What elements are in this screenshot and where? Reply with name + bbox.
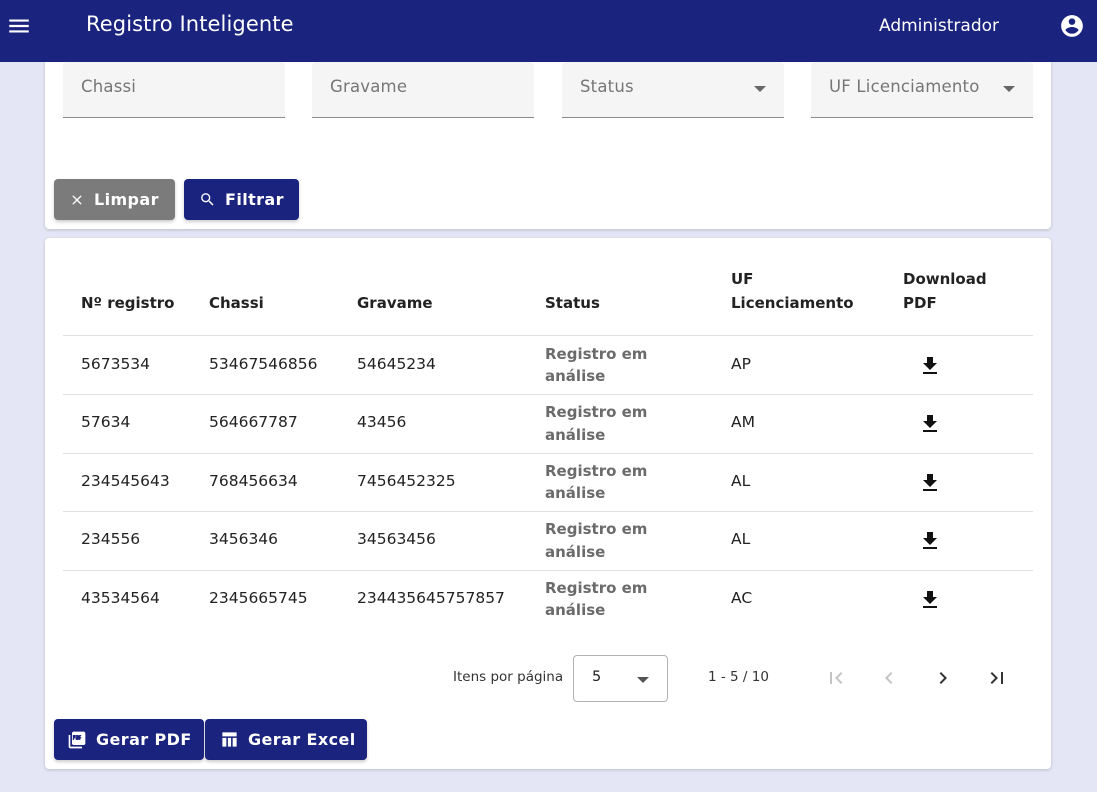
download-icon[interactable]	[918, 354, 942, 378]
next-page-icon[interactable]	[931, 666, 955, 690]
download-icon[interactable]	[918, 412, 942, 436]
cell-gravame: 234435645757857	[357, 588, 505, 607]
cell-uf: AM	[731, 413, 755, 431]
header-uf-line1: UF	[731, 270, 754, 288]
table-row: 57634 564667787 43456 Registro em análise AM	[63, 395, 1033, 454]
header-uf-line2: Licenciamento	[731, 294, 854, 312]
cell-registro: 43534564	[81, 588, 160, 607]
header-chassi: Chassi	[209, 294, 264, 312]
cell-registro: 234545643	[81, 471, 170, 490]
menu-icon[interactable]	[6, 13, 32, 39]
cell-chassi: 2345665745	[209, 588, 308, 607]
download-icon[interactable]	[918, 471, 942, 495]
close-icon	[72, 194, 82, 205]
uf-licenciamento-select[interactable]: UF Licenciamento	[811, 62, 1033, 118]
cell-status: Registro em análise	[545, 578, 648, 620]
previous-page-icon[interactable]	[877, 666, 901, 690]
generate-excel-button[interactable]: Gerar Excel	[205, 719, 367, 760]
cell-uf: AL	[731, 530, 751, 548]
page-range-label: 1 - 5 / 10	[708, 669, 769, 685]
filter-panel: Chassi Gravame Status UF Licenciamento L…	[45, 50, 1051, 229]
clear-button-label: Limpar	[94, 190, 159, 209]
cell-chassi: 768456634	[209, 471, 298, 490]
header-gravame: Gravame	[357, 294, 433, 312]
table-row: 234556 3456346 34563456 Registro em análise…	[63, 512, 1033, 571]
table-row: 43534564 2345665745 234435645757857 Registr…	[63, 571, 1033, 630]
search-icon	[201, 193, 214, 206]
header-status: Status	[545, 294, 600, 312]
gravame-field[interactable]: Gravame	[312, 62, 534, 118]
filter-button[interactable]: Filtrar	[184, 179, 299, 220]
table-icon	[222, 732, 237, 747]
cell-registro: 57634	[81, 413, 131, 431]
cell-chassi: 3456346	[209, 530, 279, 548]
download-icon[interactable]	[918, 588, 942, 612]
filter-button-label: Filtrar	[225, 190, 284, 209]
page-size-select[interactable]: 5	[573, 655, 668, 702]
chevron-down-icon	[637, 677, 649, 683]
pdf-icon	[68, 731, 86, 748]
generate-excel-label: Gerar Excel	[248, 730, 356, 749]
table-row: 5673534 53467546856 54645234 Registro em an…	[63, 337, 1033, 395]
cell-uf: AL	[731, 471, 751, 490]
gravame-placeholder: Gravame	[330, 77, 408, 96]
generate-pdf-button[interactable]: Gerar PDF	[54, 719, 204, 760]
cell-gravame: 7456452325	[357, 471, 456, 490]
cell-status: Registro em análise	[545, 403, 648, 444]
clear-button[interactable]: Limpar	[54, 179, 175, 220]
cell-chassi: 53467546856	[209, 354, 318, 373]
cell-chassi: 564667787	[209, 413, 298, 431]
chassi-field[interactable]: Chassi	[63, 62, 285, 118]
user-name[interactable]: Administrador	[879, 16, 999, 36]
cell-uf: AC	[731, 588, 753, 607]
header-download-line2: PDF	[903, 294, 937, 312]
header-uf-licenciamento: UF Licenciamento	[731, 267, 854, 315]
uf-licenciamento-placeholder: UF Licenciamento	[829, 77, 980, 96]
cell-gravame: 34563456	[357, 530, 436, 548]
cell-status: Registro em análise	[545, 520, 648, 561]
cell-status: Registro em análise	[545, 461, 648, 503]
top-app-bar: Registro Inteligente Administrador	[0, 0, 1097, 62]
last-page-icon[interactable]	[985, 666, 1009, 690]
results-panel: Nº registro Chassi Gravame Status UF Lic…	[45, 238, 1051, 769]
header-registro: Nº registro	[81, 294, 175, 312]
table-row: 234545643 768456634 7456452325 Registro em …	[63, 454, 1033, 512]
status-select[interactable]: Status	[562, 62, 784, 118]
cell-registro: 5673534	[81, 354, 151, 373]
header-download-pdf: Download PDF	[903, 267, 987, 315]
chevron-down-icon	[754, 86, 766, 92]
app-title: Registro Inteligente	[86, 12, 294, 36]
cell-gravame: 54645234	[357, 354, 436, 373]
generate-pdf-label: Gerar PDF	[96, 730, 192, 749]
header-download-line1: Download	[903, 270, 987, 288]
status-placeholder: Status	[580, 77, 634, 96]
page-size-value: 5	[592, 669, 602, 685]
cell-status: Registro em análise	[545, 344, 648, 386]
table-header: Nº registro Chassi Gravame Status UF Lic…	[63, 266, 1033, 336]
chassi-placeholder: Chassi	[81, 77, 137, 96]
cell-gravame: 43456	[357, 413, 407, 431]
chevron-down-icon	[1003, 86, 1015, 92]
items-per-page-label: Itens por página	[453, 669, 564, 685]
cell-registro: 234556	[81, 530, 141, 548]
account-circle-icon[interactable]	[1059, 13, 1085, 39]
first-page-icon[interactable]	[824, 666, 848, 690]
cell-uf: AP	[731, 354, 751, 373]
download-icon[interactable]	[918, 529, 942, 553]
